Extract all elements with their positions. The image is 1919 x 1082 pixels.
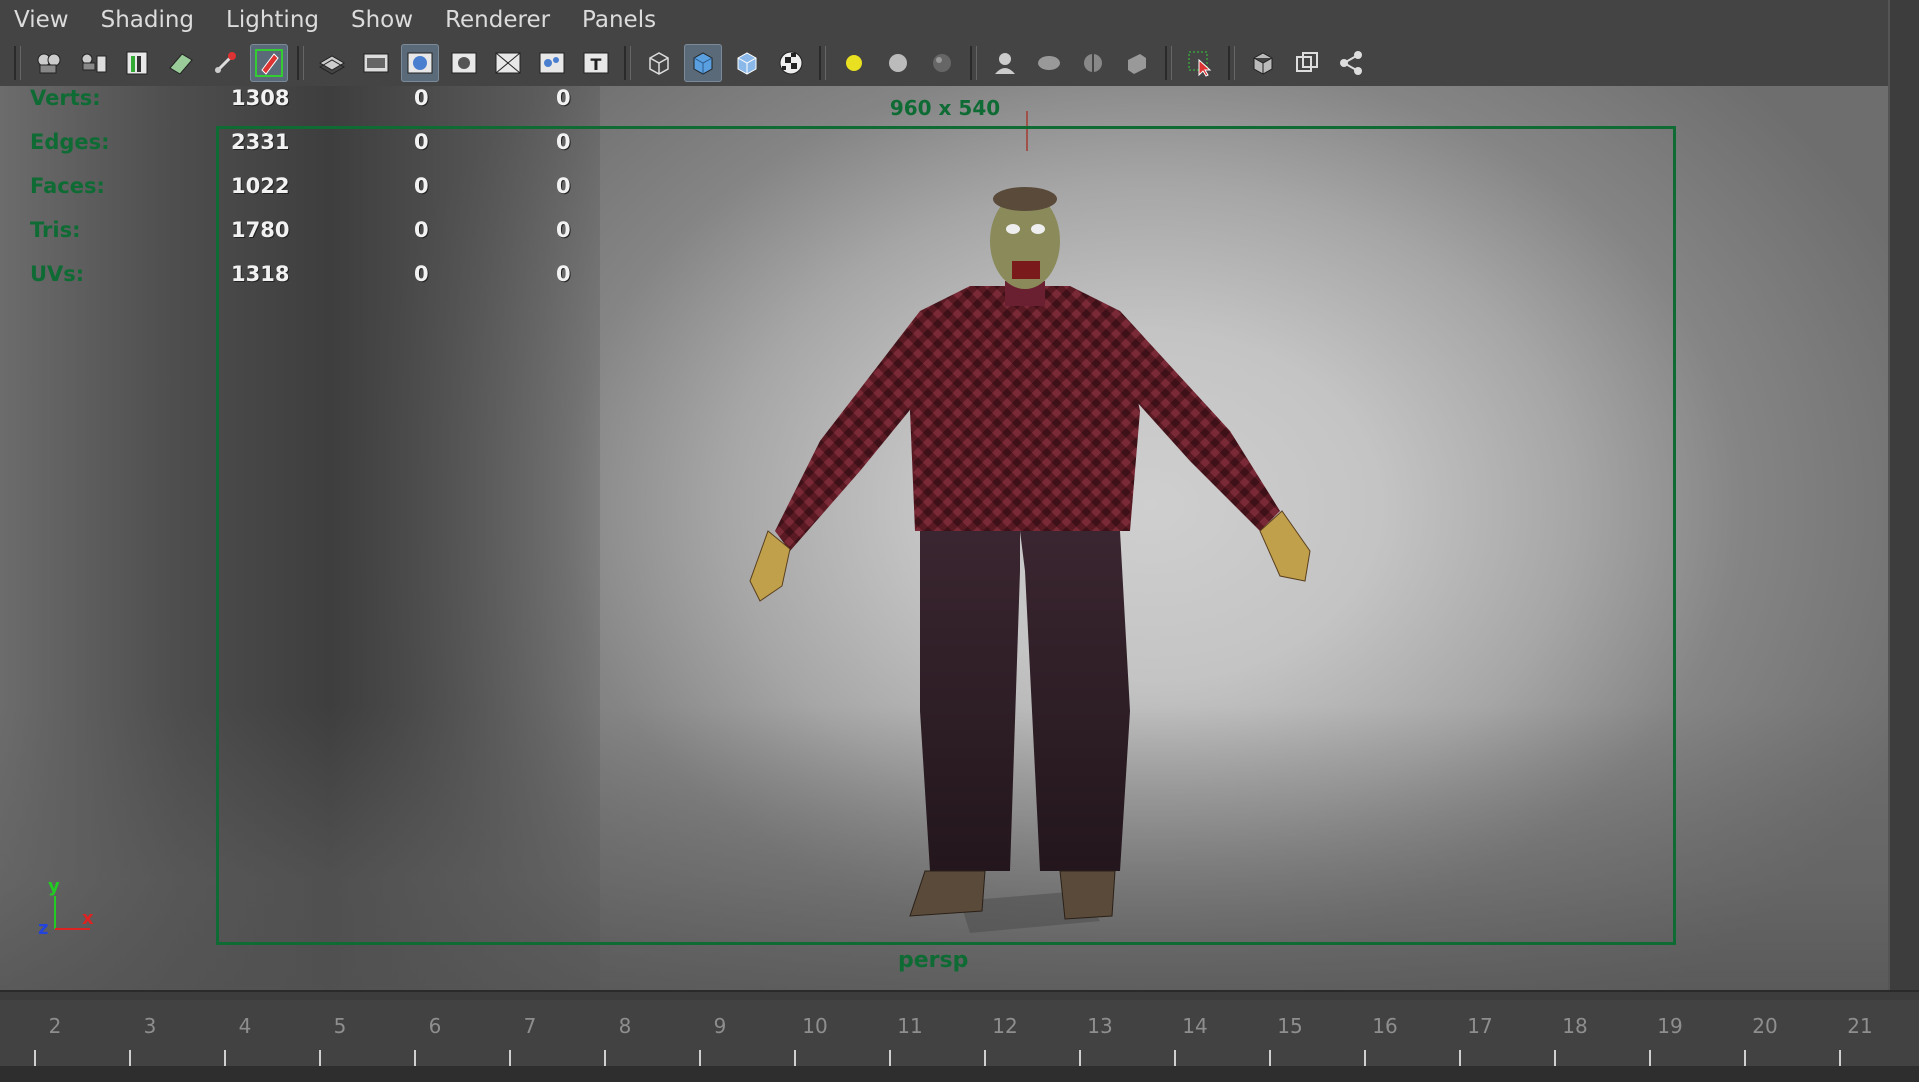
shadows-icon[interactable] xyxy=(879,44,917,82)
motion-blur-icon[interactable] xyxy=(986,44,1024,82)
grid-icon[interactable] xyxy=(313,44,351,82)
wireframe-on-shaded-icon[interactable] xyxy=(728,44,766,82)
menu-view[interactable]: View xyxy=(0,7,85,33)
resolution-gate-icon[interactable] xyxy=(401,44,439,82)
toolbar-separator xyxy=(1228,46,1235,80)
axis-x-label: x xyxy=(82,908,94,929)
safe-action-icon[interactable] xyxy=(533,44,571,82)
menu-lighting[interactable]: Lighting xyxy=(210,7,335,33)
use-all-lights-icon[interactable] xyxy=(835,44,873,82)
timeline-frame-number: 20 xyxy=(1752,1014,1778,1038)
timeline-frame-number: 9 xyxy=(713,1014,727,1038)
timeline-frame-number: 5 xyxy=(333,1014,347,1038)
camera-attributes-icon[interactable] xyxy=(74,44,112,82)
camera-name-label: persp xyxy=(898,948,969,973)
timeline-frame-number: 12 xyxy=(992,1014,1018,1038)
axis-y-label: y xyxy=(48,876,60,897)
toolbar-separator xyxy=(624,46,631,80)
time-slider-track[interactable]: 2 3 4 5 6 7 8 9 10 11 12 13 14 15 16 17 18 19 20 21 xyxy=(0,1000,1919,1080)
timeline-frame-number: 17 xyxy=(1467,1014,1493,1038)
timeline-frame-number: 16 xyxy=(1372,1014,1398,1038)
menu-renderer[interactable]: Renderer xyxy=(429,7,566,33)
safe-title-icon[interactable]: T xyxy=(577,44,615,82)
screen-space-ao-icon[interactable] xyxy=(923,44,961,82)
isolate-select-icon[interactable] xyxy=(1181,44,1219,82)
timeline-frame-number: 11 xyxy=(897,1014,923,1038)
gate-mask-icon[interactable] xyxy=(445,44,483,82)
menu-show[interactable]: Show xyxy=(335,7,429,33)
toolbar-separator xyxy=(970,46,977,80)
xray-icon[interactable] xyxy=(1118,44,1156,82)
xray-joints-icon[interactable] xyxy=(1244,44,1282,82)
perspective-viewport[interactable]: 960 x 540 Verts: 1308 0 0 Edges: 2331 0 … xyxy=(0,86,1890,990)
axis-z-label: z xyxy=(38,918,48,939)
timeline-frame-number: 13 xyxy=(1087,1014,1113,1038)
toolbar-separator xyxy=(819,46,826,80)
textured-icon[interactable] xyxy=(772,44,810,82)
right-panel-edge xyxy=(1888,0,1919,990)
axis-gizmo-icon: y z x xyxy=(38,876,94,939)
wireframe-icon[interactable] xyxy=(640,44,678,82)
timeline-frame-number: 6 xyxy=(428,1014,442,1038)
timeline-frame-number: 8 xyxy=(618,1014,632,1038)
smooth-shade-icon[interactable] xyxy=(684,44,722,82)
timeline-frame-number: 10 xyxy=(802,1014,828,1038)
toolbar-separator xyxy=(14,46,21,80)
toolbar-separator xyxy=(1165,46,1172,80)
timeline-frame-number: 2 xyxy=(48,1014,62,1038)
panel-toolbar: T xyxy=(0,40,1890,86)
panel-menu-bar: View Shading Lighting Show Renderer Pane… xyxy=(0,0,1890,40)
timeline-frame-number: 7 xyxy=(523,1014,537,1038)
timeline-frame-number: 15 xyxy=(1277,1014,1303,1038)
depth-of-field-icon[interactable] xyxy=(1074,44,1112,82)
timeline-frame-number: 14 xyxy=(1182,1014,1208,1038)
time-slider[interactable]: 2 3 4 5 6 7 8 9 10 11 12 13 14 15 16 17 18 19 20 21 xyxy=(0,990,1919,1082)
xray-active-components-icon[interactable] xyxy=(1288,44,1326,82)
timeline-frame-number: 21 xyxy=(1847,1014,1873,1038)
anti-aliasing-icon[interactable] xyxy=(1030,44,1068,82)
hud-toggle-icon[interactable] xyxy=(1332,44,1370,82)
timeline-frame-number: 19 xyxy=(1657,1014,1683,1038)
two-d-pan-zoom-icon[interactable] xyxy=(206,44,244,82)
film-gate-icon[interactable] xyxy=(357,44,395,82)
svg-text:T: T xyxy=(591,55,602,74)
image-plane-icon[interactable] xyxy=(162,44,200,82)
menu-panels[interactable]: Panels xyxy=(566,7,672,33)
toolbar-separator xyxy=(297,46,304,80)
camera-select-icon[interactable] xyxy=(30,44,68,82)
timeline-frame-number: 18 xyxy=(1562,1014,1588,1038)
bookmark-icon[interactable] xyxy=(118,44,156,82)
grease-pencil-icon[interactable] xyxy=(250,44,288,82)
menu-shading[interactable]: Shading xyxy=(85,7,210,33)
timeline-frame-number: 3 xyxy=(143,1014,157,1038)
timeline-frame-number: 4 xyxy=(238,1014,252,1038)
resolution-gate xyxy=(216,126,1676,945)
field-chart-icon[interactable] xyxy=(489,44,527,82)
